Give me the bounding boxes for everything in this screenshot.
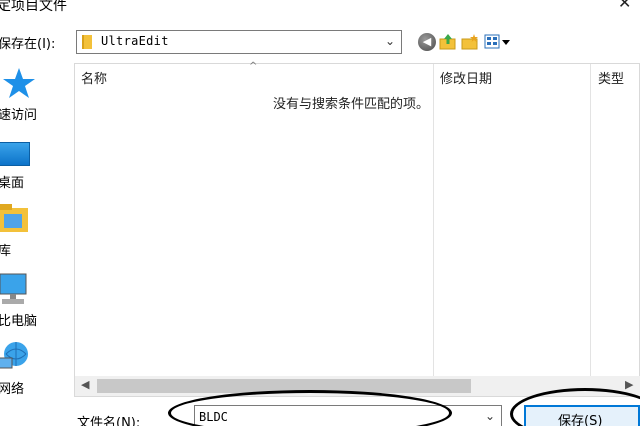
column-divider[interactable] (433, 64, 434, 376)
folder-icon (82, 35, 92, 49)
sidebar-item-network[interactable]: 网络 (0, 340, 66, 398)
scrollbar-thumb[interactable] (97, 379, 471, 393)
close-icon[interactable]: ✕ (618, 0, 631, 12)
quick-access-star-icon (3, 68, 35, 98)
dialog-title: 定项目文件 (0, 0, 67, 14)
column-header-name[interactable]: 名称 (81, 68, 107, 87)
filename-value: BLDC (199, 410, 228, 424)
sidebar-item-library[interactable]: 库 (0, 200, 66, 259)
column-divider[interactable] (590, 64, 591, 376)
empty-message: 没有与搜索条件匹配的项。 (273, 97, 430, 112)
file-list[interactable]: ^ 名称 修改日期 类型 没有与搜索条件匹配的项。 ◀ ▶ (74, 61, 640, 397)
library-icon (0, 204, 28, 232)
save-button-label: 保存(S) (558, 414, 603, 426)
filename-input[interactable]: BLDC ⌄ (194, 405, 502, 426)
sidebar-item-this-pc[interactable]: 比电脑 (0, 272, 66, 330)
view-menu-icon[interactable] (484, 33, 512, 51)
scroll-left-icon[interactable]: ◀ (81, 378, 89, 391)
sort-ascending-icon: ^ (249, 61, 258, 72)
sidebar-item-quick-access[interactable]: 速访问 (0, 66, 66, 124)
new-folder-icon[interactable] (461, 33, 479, 51)
desktop-icon (0, 142, 30, 166)
location-combobox[interactable]: UltraEdit ⌄ (76, 30, 402, 54)
scroll-right-icon[interactable]: ▶ (625, 378, 633, 391)
sidebar-item-label: 桌面 (0, 176, 25, 191)
sidebar-item-label: 库 (0, 244, 12, 259)
chevron-down-icon[interactable]: ⌄ (485, 409, 495, 423)
back-arrow-icon[interactable]: ◀ (418, 33, 436, 51)
save-button[interactable]: 保存(S) (524, 405, 640, 426)
save-in-label: 保存在(I): (0, 37, 56, 52)
sidebar-item-desktop[interactable]: 桌面 (0, 130, 66, 191)
sidebar-item-label: 比电脑 (0, 314, 38, 329)
column-header-date[interactable]: 修改日期 (440, 68, 492, 87)
chevron-down-icon[interactable]: ⌄ (385, 34, 395, 48)
computer-icon (0, 273, 27, 304)
location-value: UltraEdit (101, 34, 169, 48)
up-folder-icon[interactable] (439, 33, 457, 51)
sidebar-item-label: 速访问 (0, 108, 38, 123)
places-sidebar: 速访问 桌面 库 比电脑 网络 (0, 60, 66, 400)
column-header-type[interactable]: 类型 (598, 68, 624, 87)
horizontal-scrollbar[interactable]: ◀ ▶ (75, 376, 640, 396)
sidebar-item-label: 网络 (0, 382, 25, 397)
filename-label: 文件名(N): (77, 416, 141, 426)
network-icon (0, 342, 28, 369)
